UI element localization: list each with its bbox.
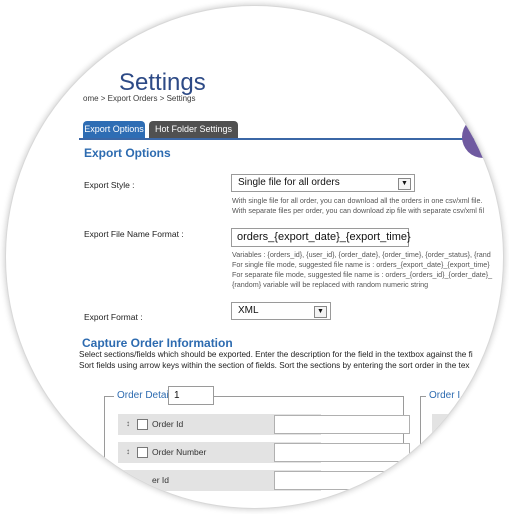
sort-arrows-icon[interactable]: ↕	[126, 447, 130, 456]
file-name-help-3: For separate file mode, suggested file n…	[232, 270, 493, 279]
capture-desc-1: Select sections/fields which should be e…	[79, 350, 473, 359]
user-id-label: er Id	[152, 475, 170, 485]
export-format-value: XML	[238, 305, 259, 316]
order-id-label: Order Id	[152, 419, 184, 429]
highlight-marker	[462, 116, 503, 158]
export-style-label: Export Style :	[84, 180, 135, 190]
file-name-format-label: Export File Name Format :	[84, 229, 184, 239]
export-style-value: Single file for all orders	[238, 177, 340, 188]
user-id-description-input[interactable]	[274, 471, 410, 490]
order-number-label: Order Number	[152, 447, 207, 457]
order-number-description-input[interactable]	[274, 443, 410, 462]
file-name-help-4: {random} variable will be replaced with …	[232, 280, 429, 289]
sort-arrows-icon[interactable]: ↕	[126, 419, 130, 428]
page-title: Settings	[119, 69, 206, 96]
chevron-down-icon[interactable]: ▼	[314, 306, 327, 318]
second-group-field-row[interactable]	[432, 414, 503, 435]
chevron-down-icon[interactable]: ▼	[398, 178, 411, 190]
capture-order-heading: Capture Order Information	[82, 336, 233, 350]
magnifier-lens: Settings ome > Export Orders > Settings …	[6, 6, 503, 508]
section-sort-order-input[interactable]: 1	[168, 386, 214, 405]
export-style-help-1: With single file for all order, you can …	[232, 196, 483, 205]
second-field-group	[420, 396, 503, 508]
export-style-help-2: With separate files per order, you can d…	[232, 206, 485, 215]
export-style-select[interactable]: Single file for all orders ▼	[231, 174, 415, 192]
file-name-format-input[interactable]: orders_{export_date}_{export_time}	[231, 228, 411, 247]
order-id-description-input[interactable]	[274, 415, 410, 434]
export-options-heading: Export Options	[84, 146, 171, 160]
order-id-checkbox[interactable]	[137, 419, 148, 430]
export-format-label: Export Format :	[84, 312, 143, 322]
second-group-legend: Order I	[426, 390, 464, 401]
breadcrumb-text[interactable]: ome > Export Orders > Settings	[83, 94, 196, 103]
tab-bar: Export Options Hot Folder Settings	[79, 120, 503, 140]
page-content: Settings ome > Export Orders > Settings …	[6, 6, 503, 508]
capture-desc-2: Sort fields using arrow keys within the …	[79, 361, 470, 370]
file-name-help-1: Variables : {orders_id}, {user_id}, {ord…	[232, 250, 491, 259]
export-format-select[interactable]: XML ▼	[231, 302, 331, 320]
breadcrumb[interactable]: ome > Export Orders > Settings	[83, 94, 196, 103]
order-number-checkbox[interactable]	[137, 447, 148, 458]
tab-export-options[interactable]: Export Options	[83, 121, 145, 138]
file-name-help-2: For single file mode, suggested file nam…	[232, 260, 490, 269]
tab-hot-folder-settings[interactable]: Hot Folder Settings	[149, 121, 238, 138]
